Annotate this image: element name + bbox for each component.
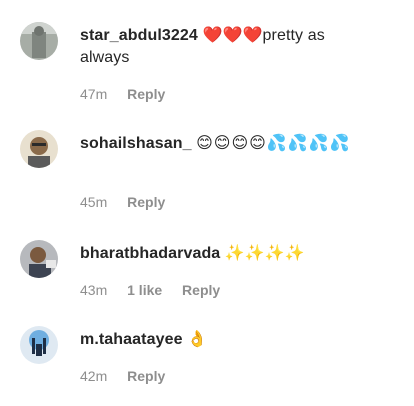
likes-count[interactable]: 1 like: [127, 282, 162, 298]
username[interactable]: sohailshasan_: [80, 135, 192, 152]
username[interactable]: star_abdul3224: [80, 27, 198, 44]
timestamp: 43m: [80, 282, 108, 298]
avatar[interactable]: [20, 240, 58, 278]
username[interactable]: m.tahaatayee: [80, 331, 183, 348]
avatar[interactable]: [20, 326, 58, 364]
sparkles-emoji-icon: ✨✨✨✨: [224, 243, 305, 262]
timestamp: 45m: [80, 194, 108, 210]
timestamp: 47m: [80, 86, 108, 102]
comment-meta: 47m Reply: [80, 86, 181, 102]
comment-meta: 42m Reply: [80, 368, 181, 384]
reply-button[interactable]: Reply: [182, 282, 220, 298]
comment-text: sohailshasan_ 😊😊😊😊💦💦💦💦: [80, 132, 374, 155]
comment-text: bharatbhadarvada ✨✨✨✨: [80, 242, 374, 265]
reply-button[interactable]: Reply: [127, 368, 165, 384]
avatar[interactable]: [20, 22, 58, 60]
comment-text: m.tahaatayee 👌: [80, 328, 374, 351]
comment-meta: 43m 1 like Reply: [80, 282, 236, 298]
smile-and-sweat-emoji-icon: 😊😊😊😊💦💦💦💦: [196, 133, 351, 152]
reply-button[interactable]: Reply: [127, 86, 165, 102]
avatar[interactable]: [20, 130, 58, 168]
timestamp: 42m: [80, 368, 108, 384]
username[interactable]: bharatbhadarvada: [80, 245, 220, 262]
heart-emoji-icon: ❤️❤️❤️: [202, 25, 263, 44]
ok-hand-emoji-icon: 👌: [187, 329, 208, 348]
reply-button[interactable]: Reply: [127, 194, 165, 210]
comment-meta: 45m Reply: [80, 194, 181, 210]
comment-text: star_abdul3224 ❤️❤️❤️pretty as always: [80, 24, 374, 69]
